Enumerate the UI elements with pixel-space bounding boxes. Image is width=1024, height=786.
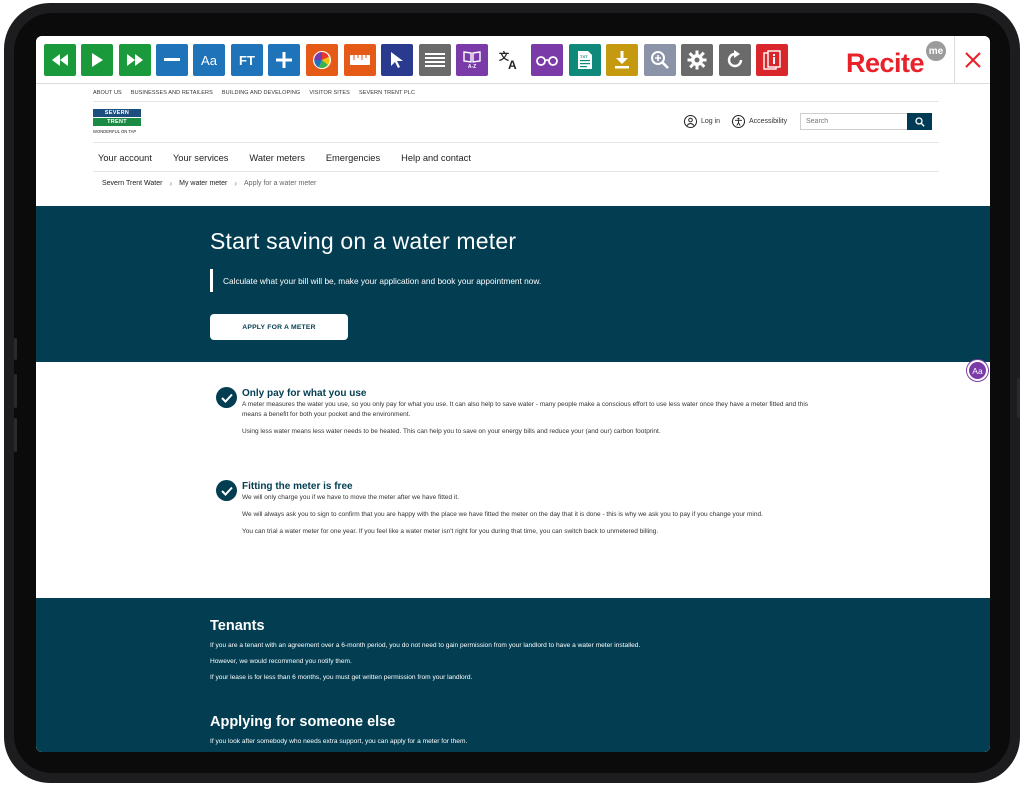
plus-icon[interactable] (268, 44, 300, 76)
hero-subtitle: Calculate what your bill will be, make y… (210, 269, 541, 292)
cursor-icon[interactable] (381, 44, 413, 76)
login-link[interactable]: Log in (684, 115, 720, 128)
volume-button (14, 418, 17, 452)
svg-text:A: A (508, 58, 517, 70)
settings-icon[interactable] (681, 44, 713, 76)
font-type-icon[interactable]: FT (231, 44, 263, 76)
breadcrumb-current: Apply for a water meter (244, 180, 317, 187)
feature-paragraph: You can trial a water meter for one year… (242, 528, 659, 535)
chevron-right-icon: › (234, 179, 238, 188)
nav-water-meters[interactable]: Water meters (249, 153, 304, 163)
recite-logo: Recite me (846, 40, 946, 80)
minus-icon[interactable] (156, 44, 188, 76)
text-file-label: TXT (580, 54, 588, 59)
user-icon (684, 115, 697, 128)
logo-tagline: WONDERFUL ON TAP (93, 129, 137, 134)
play-icon[interactable] (81, 44, 113, 76)
site-header: SEVERN TRENT WONDERFUL ON TAP Log in Acc… (93, 102, 939, 143)
glasses-icon[interactable] (531, 44, 563, 76)
feature-title: Fitting the meter is free (242, 481, 353, 492)
nav-help-contact[interactable]: Help and contact (401, 153, 471, 163)
tenants-title: Tenants (210, 618, 265, 634)
tenants-paragraph: If your lease is for less than 6 months,… (210, 674, 473, 681)
someone-else-paragraph: If you look after somebody who needs ext… (210, 738, 468, 745)
translate-icon[interactable]: 文A (494, 44, 526, 76)
website-page: ABOUT US BUSINESSES AND RETAILERS BUILDI… (36, 84, 990, 752)
breadcrumb: Severn Trent Water › My water meter › Ap… (102, 179, 316, 188)
ruler-icon[interactable] (344, 44, 376, 76)
volume-button (14, 338, 17, 360)
rewind-icon[interactable] (44, 44, 76, 76)
feature-paragraph: Using less water means less water needs … (242, 428, 661, 435)
side-button (1017, 378, 1020, 418)
tenants-paragraph: However, we would recommend you notify t… (210, 658, 352, 665)
volume-button (14, 374, 17, 408)
main-nav: Your account Your services Water meters … (93, 144, 939, 172)
info-icon[interactable] (756, 44, 788, 76)
fast-forward-icon[interactable] (119, 44, 151, 76)
recite-badge: me (926, 41, 946, 61)
util-link-visitor-sites[interactable]: VISITOR SITES (309, 90, 350, 96)
feature-title: Only pay for what you use (242, 388, 367, 399)
accessibility-icon (732, 115, 745, 128)
tenants-paragraph: If you are a tenant with an agreement ov… (210, 642, 641, 649)
close-toolbar-button[interactable] (954, 36, 990, 83)
breadcrumb-home[interactable]: Severn Trent Water (102, 180, 162, 187)
dictionary-label: A-Z (467, 63, 477, 70)
util-link-about[interactable]: ABOUT US (93, 90, 122, 96)
feature-paragraph: A meter measures the water you use, so y… (242, 401, 809, 418)
color-wheel-icon[interactable] (306, 44, 338, 76)
nav-your-services[interactable]: Your services (173, 153, 228, 163)
close-icon (964, 51, 981, 68)
download-icon[interactable] (606, 44, 638, 76)
search-input[interactable] (800, 113, 908, 130)
reset-icon[interactable] (719, 44, 751, 76)
text-only-icon[interactable] (419, 44, 451, 76)
apply-for-meter-button[interactable]: APPLY FOR A METER (210, 314, 348, 340)
utility-nav: ABOUT US BUSINESSES AND RETAILERS BUILDI… (93, 84, 939, 102)
login-label: Log in (701, 118, 721, 125)
chevron-right-icon: › (169, 179, 173, 188)
magnifier-icon[interactable] (644, 44, 676, 76)
hero-banner: Start saving on a water meter Calculate … (36, 206, 990, 362)
feature-paragraph: We will always ask you to sign to confir… (242, 511, 763, 518)
recite-brand: Recite (846, 48, 925, 78)
accessibility-label: Accessibility (749, 118, 788, 125)
nav-your-account[interactable]: Your account (98, 153, 152, 163)
accessibility-link[interactable]: Accessibility (732, 115, 787, 128)
severn-trent-logo[interactable]: SEVERN TRENT WONDERFUL ON TAP (93, 109, 141, 134)
util-link-building[interactable]: BUILDING AND DEVELOPING (222, 90, 300, 96)
check-icon (216, 480, 237, 501)
search-button[interactable] (907, 113, 932, 130)
dictionary-icon[interactable]: A-Z (456, 44, 488, 76)
text-file-icon[interactable]: TXT (569, 44, 601, 76)
logo-line2: TRENT (93, 118, 141, 126)
check-icon (216, 387, 237, 408)
logo-line1: SEVERN (93, 109, 141, 117)
feature-paragraph: We will only charge you if we have to mo… (242, 494, 460, 501)
info-section: Tenants If you are a tenant with an agre… (36, 598, 990, 752)
search-icon (914, 116, 925, 127)
screen: Aa FT A-Z 文A TXT Recite me ABOUT US BUSI… (36, 36, 990, 752)
util-link-plc[interactable]: SEVERN TRENT PLC (359, 90, 415, 96)
recite-floating-button[interactable]: Aa (967, 360, 988, 381)
hero-title: Start saving on a water meter (210, 228, 517, 254)
nav-emergencies[interactable]: Emergencies (326, 153, 380, 163)
font-size-icon[interactable]: Aa (193, 44, 225, 76)
breadcrumb-my-meter[interactable]: My water meter (179, 180, 227, 187)
util-link-businesses[interactable]: BUSINESSES AND RETAILERS (131, 90, 213, 96)
someone-else-title: Applying for someone else (210, 714, 396, 730)
recite-toolbar: Aa FT A-Z 文A TXT Recite me (36, 36, 990, 84)
